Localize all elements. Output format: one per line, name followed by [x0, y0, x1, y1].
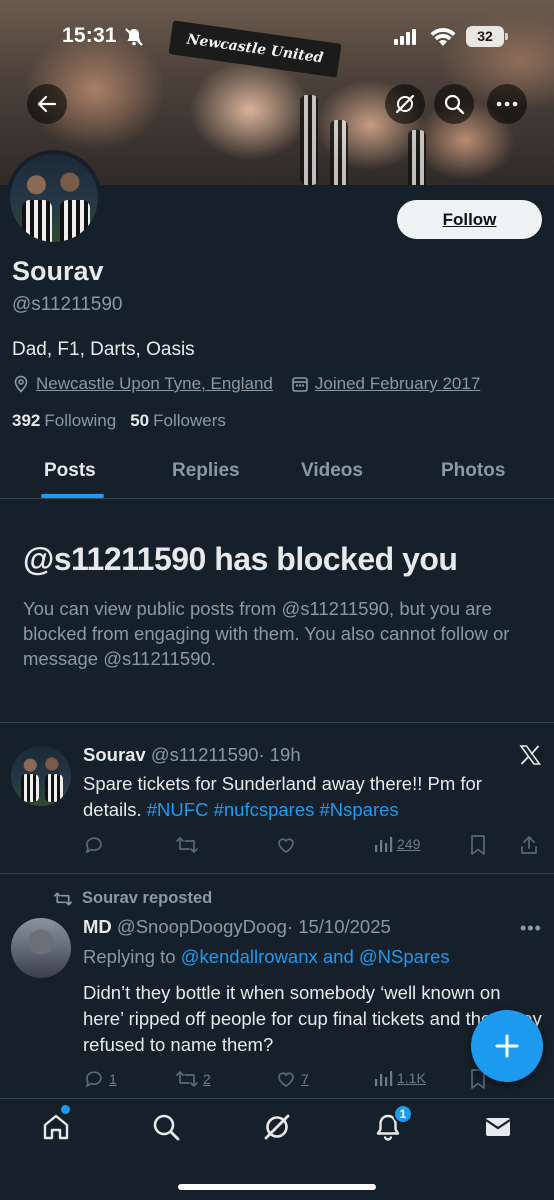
nav-search[interactable] — [146, 1107, 186, 1147]
tweet-time: · 19h — [258, 744, 301, 765]
tab-videos[interactable]: Videos — [301, 460, 363, 482]
share-button[interactable] — [519, 834, 539, 856]
status-time: 15:31 — [62, 24, 117, 47]
battery-indicator: 32 — [466, 26, 508, 47]
repost-indicator[interactable]: Sourav reposted — [52, 889, 212, 908]
profile-name: Sourav — [12, 256, 104, 286]
compose-button[interactable] — [471, 1010, 543, 1082]
like-count: 7 — [301, 1071, 309, 1087]
reply-button[interactable] — [83, 834, 105, 856]
reply-icon — [85, 1071, 102, 1088]
tab-posts[interactable]: Posts — [44, 460, 96, 482]
plus-icon — [495, 1034, 519, 1058]
repost-icon — [53, 891, 72, 906]
nav-home[interactable] — [36, 1107, 76, 1147]
divider — [0, 873, 554, 874]
share-icon — [521, 836, 537, 854]
home-indicator — [178, 1184, 376, 1190]
blocked-title: @s11211590 has blocked you — [23, 541, 458, 577]
profile-bio: Dad, F1, Darts, Oasis — [12, 339, 195, 360]
tweet-header: Sourav @s11211590· 19h — [83, 744, 301, 766]
home-icon — [43, 1114, 69, 1140]
search-icon — [153, 1114, 180, 1141]
like-button[interactable] — [275, 834, 297, 856]
reply-icon — [85, 837, 102, 854]
replying-to: Replying to @kendallrowanx and @NSpares — [83, 946, 450, 967]
tweet-actions: 249 — [83, 834, 543, 858]
repost-count: 2 — [203, 1071, 211, 1087]
repost-icon — [176, 1071, 198, 1087]
profile-tabs: Posts Replies Videos Photos — [0, 450, 554, 499]
repost-button[interactable]: 2 — [175, 1068, 211, 1090]
reply-button[interactable]: 1 — [83, 1068, 117, 1090]
home-unread-dot — [61, 1105, 70, 1114]
tweet-actions: 1 2 7 1.1K — [83, 1068, 543, 1092]
x-logo-icon — [519, 744, 542, 771]
follow-button[interactable]: Follow — [397, 200, 542, 239]
back-button[interactable] — [27, 84, 67, 124]
tweet-author-handle: @s11211590 — [150, 744, 259, 765]
nav-grok[interactable] — [257, 1107, 297, 1147]
heart-icon — [278, 1072, 294, 1087]
nav-messages[interactable] — [478, 1107, 518, 1147]
heart-icon — [278, 838, 294, 853]
mail-icon — [485, 1118, 511, 1136]
views-count: 1.1K — [397, 1070, 426, 1086]
tweet-more-icon[interactable]: ••• — [520, 918, 542, 939]
status-bar: 15:31 32 — [0, 0, 554, 70]
active-tab-indicator — [41, 494, 104, 498]
profile-stats: 392 Following 50 Followers — [12, 411, 226, 431]
wifi-icon — [430, 27, 456, 52]
grok-icon — [264, 1114, 290, 1140]
profile-handle: @s11211590 — [12, 294, 123, 315]
notifications-badge: 1 — [393, 1104, 413, 1124]
like-button[interactable]: 7 — [275, 1068, 309, 1090]
more-icon — [496, 101, 518, 107]
tab-replies[interactable]: Replies — [172, 460, 240, 482]
profile-meta: Newcastle Upon Tyne, England Joined Febr… — [12, 373, 480, 395]
grok-button[interactable] — [385, 84, 425, 124]
tweet-author-handle: @SnoopDoogyDoog — [116, 916, 287, 937]
banner-stripe — [300, 95, 318, 185]
divider — [0, 722, 554, 723]
search-button[interactable] — [434, 84, 474, 124]
muted-bell-icon — [124, 27, 144, 52]
replying-to-handles[interactable]: @kendallrowanx and @NSpares — [181, 946, 450, 967]
tweet-avatar[interactable] — [11, 746, 71, 806]
location-icon — [12, 375, 30, 393]
tweet-header: MD @SnoopDoogyDoog· 15/10/2025 — [83, 916, 391, 938]
views-count: 249 — [397, 836, 421, 852]
bookmark-button[interactable] — [469, 834, 487, 856]
repost-button[interactable] — [175, 834, 199, 856]
grok-icon — [395, 94, 415, 114]
bookmark-icon — [471, 835, 485, 855]
blocked-message: You can view public posts from @s1121159… — [23, 598, 510, 669]
tweet-author-name[interactable]: Sourav — [83, 744, 146, 765]
views-icon — [375, 837, 393, 852]
tweet-text: Spare tickets for Sunderland away there!… — [83, 773, 482, 820]
calendar-icon — [291, 375, 309, 393]
views-button[interactable]: 249 — [373, 834, 420, 854]
profile-joined[interactable]: Joined February 2017 — [315, 374, 480, 394]
tweet-time: · 15/10/2025 — [286, 916, 391, 937]
tweet-author-name[interactable]: MD — [83, 916, 112, 937]
views-button[interactable]: 1.1K — [373, 1068, 426, 1088]
profile-avatar[interactable] — [6, 150, 102, 246]
views-icon — [375, 1071, 393, 1086]
tweet-hashtags[interactable]: #NUFC #nufcspares #Nspares — [147, 799, 399, 820]
reply-count: 1 — [109, 1071, 117, 1087]
followers-link[interactable]: 50 Followers — [130, 411, 226, 431]
tab-photos[interactable]: Photos — [441, 460, 505, 482]
tweet-avatar[interactable] — [11, 918, 71, 978]
search-icon — [444, 94, 465, 115]
repost-icon — [176, 837, 198, 853]
banner-stripe — [408, 130, 426, 185]
profile-location[interactable]: Newcastle Upon Tyne, England — [36, 374, 273, 394]
banner-stripe — [330, 120, 348, 185]
more-button[interactable] — [487, 84, 527, 124]
back-arrow-icon — [37, 95, 57, 113]
following-link[interactable]: 392 Following — [12, 411, 116, 431]
signal-icon — [394, 29, 416, 50]
